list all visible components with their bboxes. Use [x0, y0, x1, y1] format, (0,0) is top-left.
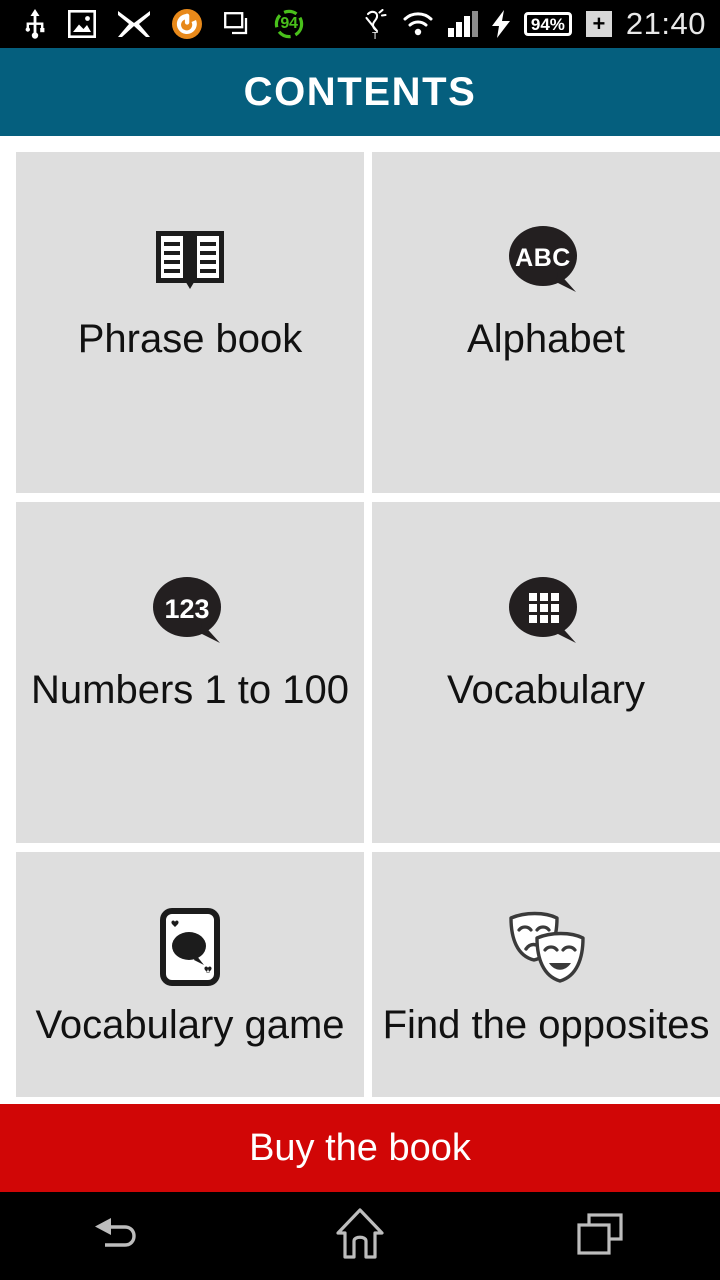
status-bar: 94 T 94% + 21:40 — [0, 0, 720, 48]
playing-card-speech-bubble-icon — [160, 904, 220, 990]
nav-back-button[interactable] — [45, 1192, 195, 1280]
hearing-aid-icon: T — [362, 9, 388, 39]
mail-icon — [118, 11, 150, 37]
android-navigation-bar — [0, 1192, 720, 1280]
app-header: CONTENTS — [0, 48, 720, 136]
stamina-plus-icon: + — [585, 11, 612, 37]
abc-speech-bubble-icon: ABC — [506, 218, 586, 304]
optimizer-score-value: 94 — [280, 15, 298, 32]
grid-row: Vocabulary game Find the opposites — [16, 852, 720, 1097]
open-book-icon — [154, 218, 226, 304]
tile-label: Find the opposites — [382, 1002, 710, 1047]
nav-recents-button[interactable] — [525, 1192, 675, 1280]
grid-row: 123 Numbers 1 to 100 Vocabulary — [16, 502, 720, 843]
tile-phrase-book[interactable]: Phrase book — [16, 152, 364, 493]
tile-label: Phrase book — [77, 316, 303, 361]
recents-icon — [576, 1211, 624, 1262]
tile-label: Vocabulary game — [35, 1002, 345, 1047]
tile-alphabet[interactable]: ABC Alphabet — [372, 152, 720, 493]
grid-speech-bubble-icon — [506, 569, 586, 655]
tile-label: Vocabulary — [447, 667, 645, 712]
back-arrow-icon — [93, 1213, 147, 1260]
battery-percent-label: 94% — [530, 14, 565, 34]
usb-icon — [24, 9, 46, 39]
tile-vocabulary[interactable]: Vocabulary — [372, 502, 720, 843]
svg-text:123: 123 — [164, 594, 209, 624]
app-screen: 94 T 94% + 21:40 CONTENTS Phrase book AB… — [0, 0, 720, 1280]
svg-text:T: T — [372, 31, 378, 39]
buy-the-book-button[interactable]: Buy the book — [0, 1104, 720, 1192]
tile-label: Alphabet — [467, 316, 625, 361]
home-icon — [335, 1207, 385, 1266]
nav-home-button[interactable] — [285, 1192, 435, 1280]
svg-text:ABC: ABC — [515, 244, 571, 272]
123-speech-bubble-icon: 123 — [150, 569, 230, 655]
status-bar-right-icons: T 94% + 21:40 — [362, 6, 706, 42]
theater-masks-icon — [503, 904, 589, 990]
page-title: CONTENTS — [243, 69, 477, 114]
tile-find-opposites[interactable]: Find the opposites — [372, 852, 720, 1097]
contents-grid: Phrase book ABC Alphabet 123 Numbers 1 t… — [0, 136, 720, 1104]
tile-label: Numbers 1 to 100 — [31, 667, 349, 712]
screenshot-image-icon — [68, 10, 96, 38]
screen-mirroring-icon — [224, 12, 252, 36]
cellular-signal-icon — [447, 11, 478, 37]
charging-bolt-icon — [491, 10, 510, 38]
tile-numbers[interactable]: 123 Numbers 1 to 100 — [16, 502, 364, 843]
battery-status-badge: 94% — [523, 12, 572, 36]
buy-the-book-label: Buy the book — [249, 1126, 471, 1169]
grid-row: Phrase book ABC Alphabet — [16, 152, 720, 493]
wifi-icon — [402, 12, 434, 36]
status-bar-clock: 21:40 — [625, 6, 706, 41]
status-bar-left-icons: 94 — [24, 9, 304, 39]
tile-vocabulary-game[interactable]: Vocabulary game — [16, 852, 364, 1097]
app-orange-icon — [172, 9, 202, 39]
optimizer-score-icon: 94 — [274, 9, 304, 39]
